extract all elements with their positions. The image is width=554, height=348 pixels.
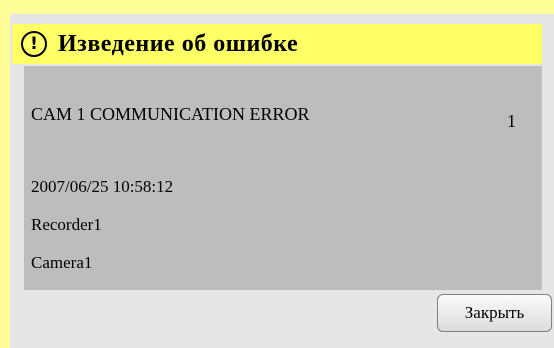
warning-icon: ! bbox=[21, 31, 47, 57]
camera-name: Camera1 bbox=[31, 253, 93, 272]
recorder-name: Recorder1 bbox=[31, 215, 102, 234]
error-count: 1 bbox=[507, 111, 516, 131]
dialog-title-bar: ! Изведение об ошибке bbox=[12, 24, 542, 64]
error-dialog: ! Изведение об ошибке CAM 1 COMMUNICATIO… bbox=[0, 0, 554, 348]
error-timestamp: 2007/06/25 10:58:12 bbox=[31, 177, 174, 196]
close-button[interactable]: Закрыть bbox=[437, 294, 552, 332]
dialog-title: Изведение об ошибке bbox=[58, 30, 299, 57]
error-message: CAM 1 COMMUNICATION ERROR bbox=[31, 104, 310, 124]
error-details: CAM 1 COMMUNICATION ERROR 1 2007/06/25 1… bbox=[24, 66, 542, 290]
